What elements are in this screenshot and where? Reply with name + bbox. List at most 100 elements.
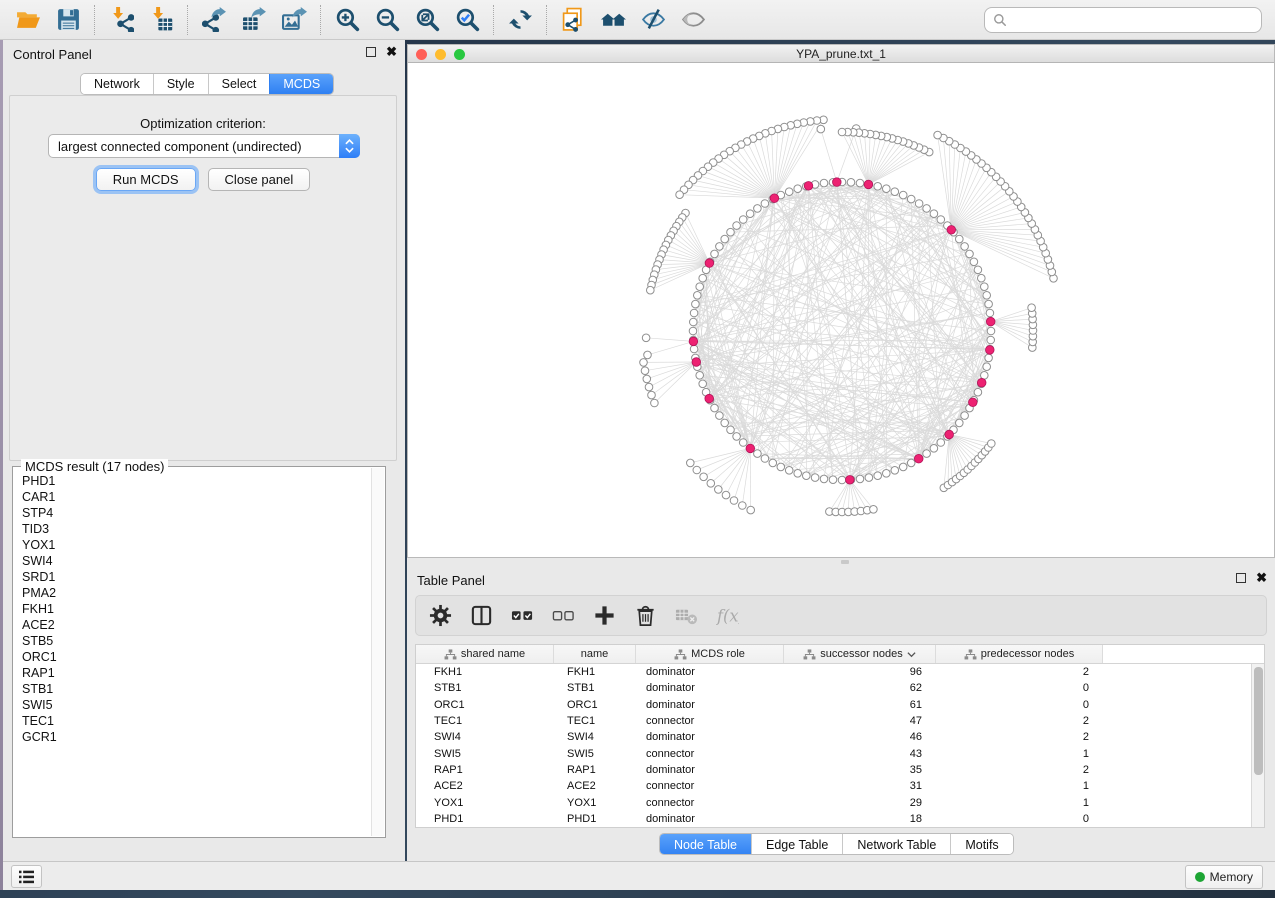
tab-network-table[interactable]: Network Table [842,834,950,855]
table-row[interactable]: SWI4SWI4dominator462 [416,729,1264,745]
search-icon [993,13,1007,27]
import-network-button[interactable] [104,4,138,36]
add-column-button[interactable] [592,604,616,628]
table-row[interactable]: ACE2ACE2connector311 [416,778,1264,794]
control-panel-tabs: NetworkStyleSelectMCDS [80,73,334,95]
mcds-result-list[interactable]: PHD1CAR1STP4TID3YOX1SWI4SRD1PMA2FKH1ACE2… [14,473,371,836]
divider-handle[interactable] [841,560,849,564]
cell-shared-name: RAP1 [416,764,554,776]
mcds-result-item: TEC1 [22,713,371,729]
network-window-titlebar[interactable]: YPA_prune.txt_1 [408,45,1274,63]
table-row[interactable]: PHD1PHD1dominator180 [416,811,1264,827]
table-row[interactable]: STB1STB1dominator620 [416,680,1264,696]
table-header-row: shared namenameMCDS rolesuccessor nodesp… [416,645,1264,664]
deselect-all-columns-button[interactable] [551,604,575,628]
select-all-columns-button[interactable] [510,604,534,628]
hide-graphics-details-button[interactable] [636,4,670,36]
panel-menu-button[interactable] [11,865,42,888]
criterion-dropdown-value: largest connected component (undirected) [49,139,339,154]
neighbors-button[interactable] [596,4,630,36]
mcds-list-scrollbar[interactable] [371,468,384,836]
clone-network-button[interactable] [556,4,590,36]
table-settings-button[interactable] [428,604,452,628]
window-close-button[interactable] [416,49,427,60]
column-layout-button[interactable] [469,604,493,628]
export-image-icon [282,7,307,32]
apply-layout-button[interactable] [503,4,537,36]
window-zoom-button[interactable] [454,49,465,60]
houses-icon [601,7,626,32]
tab-motifs[interactable]: Motifs [950,834,1012,855]
network-canvas[interactable] [408,63,1274,557]
close-table-panel-icon[interactable]: ✖ [1256,573,1267,583]
table-row[interactable]: TEC1TEC1connector472 [416,713,1264,729]
export-network-button[interactable] [197,4,231,36]
zoom-selected-button[interactable] [450,4,484,36]
cell-MCDS-role: dominator [636,699,784,711]
export-image-button[interactable] [277,4,311,36]
save-session-button[interactable] [51,4,85,36]
list-icon [18,869,35,884]
table-row[interactable]: RAP1RAP1dominator352 [416,762,1264,778]
mcds-result-item: PHD1 [22,473,371,489]
zoom-selected-icon [455,7,480,32]
table-scrollbar-thumb[interactable] [1254,667,1263,775]
control-panel-titlebar: Control Panel ✖ [3,40,405,68]
column-header-shared-name[interactable]: shared name [416,645,554,663]
status-bar: Memory [3,861,1275,890]
cell-name: FKH1 [554,666,636,678]
zoom-fit-button[interactable] [410,4,444,36]
column-header-MCDS-role[interactable]: MCDS role [636,645,784,663]
cell-name: ACE2 [554,780,636,792]
table-row[interactable]: YOX1YOX1connector291 [416,794,1264,810]
open-session-button[interactable] [11,4,45,36]
run-mcds-button[interactable]: Run MCDS [96,168,196,191]
float-panel-icon[interactable] [366,47,376,57]
table-row[interactable]: FKH1FKH1dominator962 [416,664,1264,680]
optimization-criterion-label: Optimization criterion: [10,116,396,131]
tab-style[interactable]: Style [153,74,208,94]
close-panel-icon[interactable]: ✖ [386,47,397,57]
delete-table-button [674,604,698,628]
table-row[interactable]: SWI5SWI5connector431 [416,745,1264,761]
delete-column-button[interactable] [633,604,657,628]
criterion-dropdown[interactable]: largest connected component (undirected) [48,134,360,158]
dropdown-stepper-icon [339,134,360,158]
column-header-name[interactable]: name [554,645,636,663]
cell-shared-name: SWI5 [416,748,554,760]
memory-button[interactable]: Memory [1185,865,1263,889]
mcds-result-item: STP4 [22,505,371,521]
table-scrollbar[interactable] [1251,664,1264,827]
node-table: shared namenameMCDS rolesuccessor nodesp… [415,644,1265,828]
cell-name: ORC1 [554,699,636,711]
column-header-successor-nodes[interactable]: successor nodes [784,645,936,663]
tab-mcds[interactable]: MCDS [269,74,333,94]
cell-predecessor-nodes: 1 [936,797,1103,809]
zoom-in-button[interactable] [330,4,364,36]
control-panel: Control Panel ✖ NetworkStyleSelectMCDS O… [3,40,405,861]
export-table-button[interactable] [237,4,271,36]
main-toolbar [0,0,1275,40]
search-box[interactable] [984,7,1262,33]
search-input[interactable] [1013,13,1253,28]
import-table-button[interactable] [144,4,178,36]
float-table-panel-icon[interactable] [1236,573,1246,583]
zoom-out-button[interactable] [370,4,404,36]
tab-network[interactable]: Network [81,74,153,94]
window-minimize-button[interactable] [435,49,446,60]
close-panel-button[interactable]: Close panel [208,168,311,191]
header-filler [1103,645,1264,663]
tab-node-table[interactable]: Node Table [660,834,751,855]
cell-predecessor-nodes: 0 [936,699,1103,711]
horizontal-split-divider[interactable] [407,558,1275,566]
tab-select[interactable]: Select [208,74,270,94]
cell-predecessor-nodes: 2 [936,731,1103,743]
cell-shared-name: STB1 [416,682,554,694]
cell-successor-nodes: 18 [784,813,936,825]
tab-edge-table[interactable]: Edge Table [751,834,842,855]
table-row[interactable]: ORC1ORC1dominator610 [416,697,1264,713]
column-header-predecessor-nodes[interactable]: predecessor nodes [936,645,1103,663]
mcds-result-item: SRD1 [22,569,371,585]
show-graphics-details-button[interactable] [676,4,710,36]
eye-icon [681,7,706,32]
